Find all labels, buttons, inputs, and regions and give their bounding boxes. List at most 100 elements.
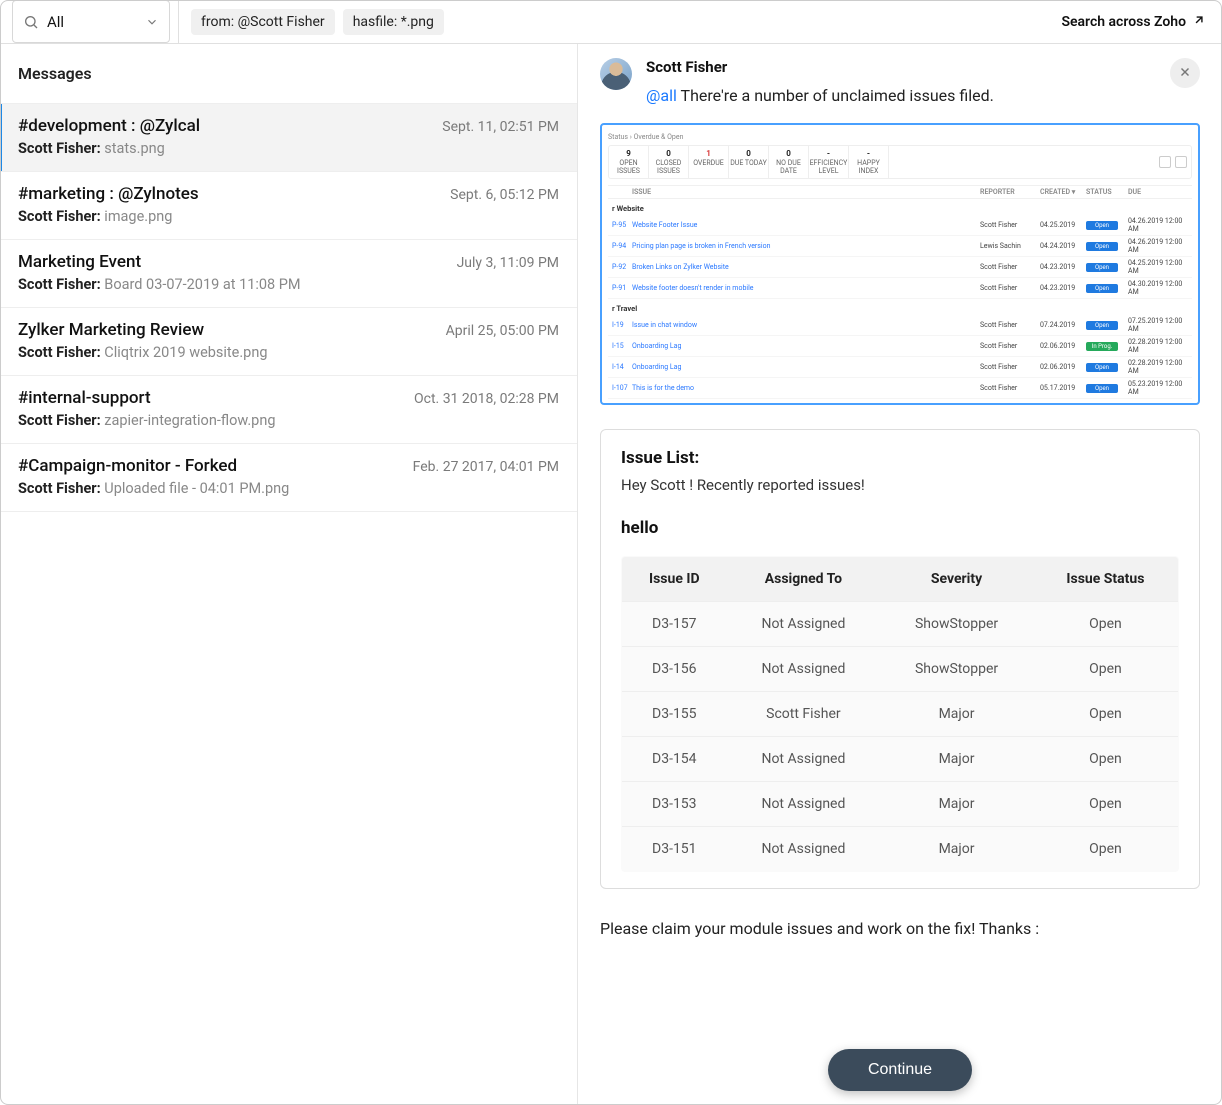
- issue-severity: Major: [880, 737, 1033, 782]
- attachment-col: REPORTER: [980, 188, 1040, 196]
- issue-row[interactable]: D3-156 Not Assigned ShowStopper Open: [622, 647, 1179, 692]
- message-title: #development : @Zylcal: [18, 116, 430, 136]
- issue-severity: ShowStopper: [880, 602, 1033, 647]
- grid-view-icon[interactable]: [1159, 156, 1171, 168]
- issue-status: Open: [1033, 692, 1179, 737]
- attachment-group: r Website: [608, 199, 1192, 215]
- issue-severity: Major: [880, 692, 1033, 737]
- filter-label: All: [47, 13, 137, 31]
- issue-row[interactable]: D3-153 Not Assigned Major Open: [622, 782, 1179, 827]
- message-time: July 3, 11:09 PM: [457, 255, 559, 271]
- issue-status: Open: [1033, 737, 1179, 782]
- attachment-row[interactable]: P-95 Website Footer Issue Scott Fisher 0…: [608, 215, 1192, 236]
- message-time: April 25, 05:00 PM: [446, 323, 559, 339]
- attachment-stat: 1OVERDUE: [689, 146, 729, 178]
- zoho-link-label: Search across Zoho: [1061, 14, 1186, 30]
- message-sender: Scott Fisher:: [18, 276, 101, 293]
- message-file: zapier-integration-flow.png: [104, 412, 275, 429]
- message-row[interactable]: #development : @Zylcal Sept. 11, 02:51 P…: [0, 104, 577, 172]
- attachment-table-body: r Website P-95 Website Footer Issue Scot…: [608, 199, 1192, 399]
- external-link-icon: [1192, 13, 1206, 31]
- issue-table-body: D3-157 Not Assigned ShowStopper Open D3-…: [622, 602, 1179, 872]
- issue-id: D3-153: [622, 782, 727, 827]
- message-time: Sept. 6, 05:12 PM: [450, 187, 559, 203]
- message-sender: Scott Fisher:: [18, 208, 101, 225]
- attachment-image[interactable]: Status › Overdue & Open 9OPEN ISSUES0CLO…: [600, 123, 1200, 405]
- issue-assigned: Not Assigned: [727, 827, 881, 872]
- message-sender: Scott Fisher:: [18, 344, 101, 361]
- mention[interactable]: @all: [646, 86, 677, 105]
- issue-id: D3-156: [622, 647, 727, 692]
- issue-row[interactable]: D3-155 Scott Fisher Major Open: [622, 692, 1179, 737]
- message-row[interactable]: Marketing Event July 3, 11:09 PM Scott F…: [0, 240, 577, 308]
- attachment-stat: -EFFICIENCY LEVEL: [809, 146, 849, 178]
- attachment-stat: 0NO DUE DATE: [769, 146, 809, 178]
- attachment-col: STATUS: [1086, 188, 1128, 196]
- attachment-stat: 9OPEN ISSUES: [609, 146, 649, 178]
- issue-row[interactable]: D3-157 Not Assigned ShowStopper Open: [622, 602, 1179, 647]
- issue-card-hello: hello: [621, 518, 1179, 538]
- attachment-row[interactable]: P-91 Website footer doesn't render in mo…: [608, 278, 1192, 299]
- attachment-row[interactable]: P-92 Broken Links on Zylker Website Scot…: [608, 257, 1192, 278]
- attachment-table-head: ISSUEREPORTERCREATED ▾STATUSDUE: [608, 185, 1192, 199]
- attachment-col: ISSUE: [632, 188, 980, 196]
- search-across-zoho-link[interactable]: Search across Zoho: [1057, 13, 1210, 31]
- issue-card-title: Issue List:: [621, 448, 1179, 468]
- message-file: Board 03-07-2019 at 11:08 PM: [104, 276, 300, 293]
- message-row[interactable]: Zylker Marketing Review April 25, 05:00 …: [0, 308, 577, 376]
- issue-row[interactable]: D3-154 Not Assigned Major Open: [622, 737, 1179, 782]
- issue-status: Open: [1033, 647, 1179, 692]
- continue-button[interactable]: Continue: [828, 1049, 972, 1091]
- message-title: #marketing : @Zylnotes: [18, 184, 438, 204]
- close-icon: [1178, 64, 1192, 83]
- message-row[interactable]: #marketing : @Zylnotes Sept. 6, 05:12 PM…: [0, 172, 577, 240]
- attachment-stat: 0CLOSED ISSUES: [649, 146, 689, 178]
- search-chip[interactable]: hasfile: *.png: [343, 9, 444, 35]
- message-detail-panel: Scott Fisher @all There're a number of u…: [578, 44, 1222, 1105]
- message-file: image.png: [104, 208, 172, 225]
- issue-id: D3-151: [622, 827, 727, 872]
- attachment-col: CREATED ▾: [1040, 188, 1086, 196]
- message-sender: Scott Fisher:: [18, 412, 101, 429]
- issue-assigned: Not Assigned: [727, 782, 881, 827]
- search-chip[interactable]: from: @Scott Fisher: [191, 9, 335, 35]
- issue-assigned: Scott Fisher: [727, 692, 881, 737]
- list-view-icon[interactable]: [1175, 156, 1187, 168]
- detail-message: @all There're a number of unclaimed issu…: [646, 86, 1156, 105]
- issue-status: Open: [1033, 782, 1179, 827]
- filter-dropdown[interactable]: All: [12, 0, 170, 43]
- message-file: Uploaded file - 04:01 PM.png: [104, 480, 289, 497]
- issue-table: Issue IDAssigned ToSeverityIssue Status …: [621, 556, 1179, 872]
- message-title: Marketing Event: [18, 252, 445, 272]
- message-title: #internal-support: [18, 388, 402, 408]
- attachment-col: DUE: [1128, 188, 1188, 196]
- attachment-row[interactable]: P-94 Pricing plan page is broken in Fren…: [608, 236, 1192, 257]
- search-area[interactable]: from: @Scott Fisher hasfile: *.png Searc…: [178, 0, 1210, 43]
- issue-assigned: Not Assigned: [727, 737, 881, 782]
- attachment-row[interactable]: I-107 This is for the demo Scott Fisher …: [608, 378, 1192, 399]
- message-sender: Scott Fisher:: [18, 140, 101, 157]
- message-row[interactable]: #Campaign-monitor - Forked Feb. 27 2017,…: [0, 444, 577, 512]
- issue-row[interactable]: D3-151 Not Assigned Major Open: [622, 827, 1179, 872]
- attachment-row[interactable]: I-14 Onboarding Lag Scott Fisher 02.06.2…: [608, 357, 1192, 378]
- attachment-stat: 0DUE TODAY: [729, 146, 769, 178]
- search-icon: [23, 14, 39, 30]
- attachment-row[interactable]: I-15 Onboarding Lag Scott Fisher 02.06.2…: [608, 336, 1192, 357]
- issue-severity: ShowStopper: [880, 647, 1033, 692]
- detail-header: Scott Fisher @all There're a number of u…: [600, 52, 1200, 105]
- issue-id: D3-155: [622, 692, 727, 737]
- attachment-stat: -HAPPY INDEX: [849, 146, 889, 178]
- issue-list-card: Issue List: Hey Scott ! Recently reporte…: [600, 429, 1200, 889]
- message-row[interactable]: #internal-support Oct. 31 2018, 02:28 PM…: [0, 376, 577, 444]
- attachment-row[interactable]: I-19 Issue in chat window Scott Fisher 0…: [608, 315, 1192, 336]
- issue-severity: Major: [880, 782, 1033, 827]
- messages-panel: Messages #development : @Zylcal Sept. 11…: [0, 44, 578, 1105]
- attachment-breadcrumb: Status › Overdue & Open: [608, 133, 1192, 141]
- messages-list: #development : @Zylcal Sept. 11, 02:51 P…: [0, 104, 577, 512]
- message-file: Cliqtrix 2019 website.png: [104, 344, 267, 361]
- attachment-group: r Travel: [608, 299, 1192, 315]
- message-time: Sept. 11, 02:51 PM: [442, 119, 559, 135]
- issue-assigned: Not Assigned: [727, 602, 881, 647]
- issue-col: Severity: [880, 557, 1033, 602]
- close-button[interactable]: [1170, 58, 1200, 88]
